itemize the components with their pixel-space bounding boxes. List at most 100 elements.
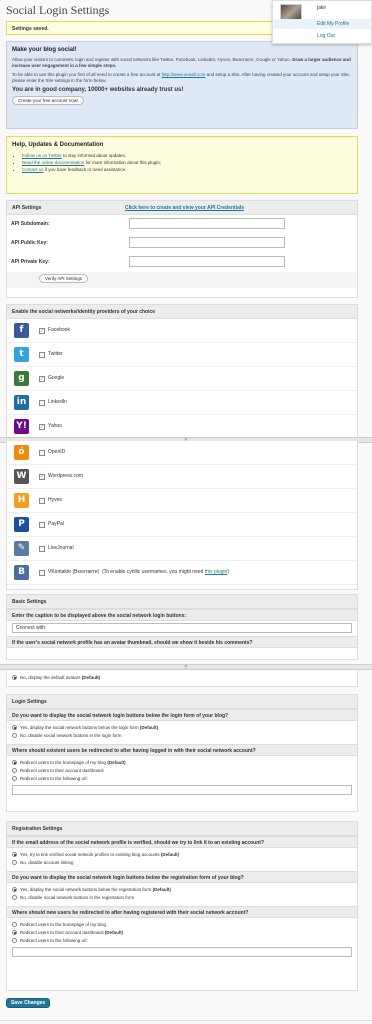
- vk-note: (To enable cyrillic usernames, you might…: [101, 569, 229, 575]
- avatar-no-radio[interactable]: [12, 675, 17, 680]
- registration-buttons-no[interactable]: No, disable social network buttons in th…: [7, 894, 357, 902]
- avatar-no-option[interactable]: No, display the default avatars (Default…: [7, 674, 357, 682]
- docs-link[interactable]: Read the online documentation: [22, 160, 84, 165]
- provider-row-openid: ó OpenID: [7, 441, 357, 465]
- edit-profile-link[interactable]: Edit My Profile: [273, 19, 371, 29]
- wordpress-icon: W: [14, 469, 29, 484]
- link-accounts-yes-radio[interactable]: [12, 852, 17, 857]
- openid-icon: ó: [14, 445, 29, 460]
- provider-row-linkedin: in LinkedIn: [7, 391, 357, 415]
- registration-redirect-url-radio[interactable]: [12, 938, 17, 943]
- login-redirect-home[interactable]: Redirect users to the homepage of my blo…: [7, 759, 357, 767]
- help-heading: Help, Updates & Documentation: [12, 142, 104, 148]
- provider-checkbox[interactable]: ✓: [39, 424, 45, 430]
- provider-label: PayPal: [48, 521, 64, 527]
- link-accounts-no[interactable]: No, disable account linking: [7, 859, 357, 867]
- hyves-icon: H: [14, 493, 29, 508]
- login-settings-section: Login Settings Do you want to display th…: [6, 694, 358, 812]
- registration-buttons-no-radio[interactable]: [12, 895, 17, 900]
- registration-buttons-yes[interactable]: Yes, display the social network buttons …: [7, 886, 357, 894]
- provider-checkbox[interactable]: ✓: [39, 376, 45, 382]
- yahoo-icon: Y!: [14, 419, 29, 434]
- login-redirect-dashboard-radio[interactable]: [12, 768, 17, 773]
- create-account-button[interactable]: Create your free account now!: [12, 96, 85, 105]
- login-redirect-question: Where should existent users be redirecte…: [7, 744, 357, 756]
- twitter-follow-link[interactable]: Follow us on Twitter: [22, 153, 62, 158]
- provider-row-livejournal: ✎ LiveJournal: [7, 537, 357, 561]
- save-changes-button[interactable]: Save Changes: [6, 998, 51, 1008]
- registration-settings-section: Registration Settings If the email addre…: [6, 821, 358, 991]
- registration-redirect-dashboard[interactable]: Redirect users to their account dashboar…: [7, 929, 357, 937]
- provider-checkbox[interactable]: [39, 400, 45, 406]
- provider-label: OpenID: [48, 449, 66, 455]
- api-private-key-label: API Private Key:: [11, 259, 50, 265]
- promo-setup-text: To be able to use this plugin you first …: [12, 72, 350, 83]
- providers-header: Enable the social networks/identity prov…: [7, 305, 357, 319]
- provider-checkbox[interactable]: [39, 570, 45, 576]
- api-public-key-label: API Public Key:: [11, 240, 48, 246]
- login-buttons-yes[interactable]: Yes, display the social network buttons …: [7, 724, 357, 732]
- scroll-seam-2: ⠿: [0, 664, 372, 671]
- vk-plugin-link[interactable]: this plugin: [205, 569, 228, 575]
- link-accounts-yes[interactable]: Yes, try to link verified social network…: [7, 851, 357, 859]
- registration-buttons-yes-radio[interactable]: [12, 887, 17, 892]
- login-redirect-url[interactable]: Redirect users to the following url:: [7, 775, 357, 783]
- providers-section-bottom: ó OpenID W ✓ Wordpress.com H Hyves P PayPal ✎ Live…: [6, 441, 358, 590]
- api-credentials-link[interactable]: Click here to create and view your API C…: [125, 205, 244, 211]
- api-subdomain-label: API Subdomain:: [11, 221, 50, 227]
- link-accounts-no-radio[interactable]: [12, 860, 17, 865]
- api-public-key-input[interactable]: [129, 237, 285, 248]
- registration-settings-header: Registration Settings: [7, 822, 357, 836]
- provider-row-twitter: t Twitter: [7, 343, 357, 367]
- registration-redirect-url-input[interactable]: [12, 947, 352, 957]
- api-subdomain-input[interactable]: [129, 218, 285, 229]
- caption-question: Enter the caption to be displayed above …: [7, 609, 357, 621]
- api-settings-header: API Settings Click here to create and vi…: [7, 201, 357, 215]
- provider-checkbox[interactable]: [39, 546, 45, 552]
- username: jakir: [317, 5, 327, 11]
- registration-redirect-dashboard-radio[interactable]: [12, 930, 17, 935]
- registration-redirect-home-radio[interactable]: [12, 922, 17, 927]
- login-buttons-yes-radio[interactable]: [12, 725, 17, 730]
- help-item-docs: Read the online documentation for more i…: [22, 159, 352, 166]
- provider-checkbox[interactable]: [39, 498, 45, 504]
- login-buttons-no[interactable]: No, disable social network buttons in th…: [7, 732, 357, 740]
- basic-settings-header: Basic Settings: [7, 595, 357, 609]
- verify-api-button[interactable]: Verify API Settings: [39, 274, 89, 283]
- provider-label: VKontakte (Вконтакте) (To enable cyrilli…: [48, 569, 229, 575]
- login-buttons-question: Do you want to display the social networ…: [7, 709, 357, 721]
- logout-link[interactable]: Log Out: [317, 33, 335, 39]
- login-redirect-url-input[interactable]: [12, 785, 352, 795]
- registration-redirect-home[interactable]: Redirect users to the homepage of my blo…: [7, 921, 357, 929]
- linkedin-icon: in: [14, 395, 29, 410]
- provider-checkbox[interactable]: [39, 522, 45, 528]
- provider-label: LiveJournal: [48, 545, 74, 551]
- settings-page: Social Login Settings jakir Edit My Prof…: [0, 0, 372, 1024]
- login-redirect-home-radio[interactable]: [12, 760, 17, 765]
- registration-redirect-question: Where should new users be redirected to …: [7, 906, 357, 918]
- contact-link[interactable]: Contact us: [22, 167, 44, 172]
- api-settings-section: API Settings Click here to create and vi…: [6, 200, 358, 298]
- twitter-icon: t: [14, 347, 29, 362]
- provider-label: Twitter: [48, 351, 63, 357]
- provider-row-yahoo: Y! ✓ Yahoo: [7, 415, 357, 439]
- provider-checkbox[interactable]: [39, 352, 45, 358]
- api-private-key-row: API Private Key:: [7, 253, 357, 272]
- provider-label: Yahoo: [48, 423, 63, 429]
- provider-checkbox[interactable]: [39, 450, 45, 456]
- provider-row-hyves: H Hyves: [7, 489, 357, 513]
- provider-label: LinkedIn: [48, 399, 67, 405]
- provider-checkbox[interactable]: ✓: [39, 328, 45, 334]
- login-buttons-no-radio[interactable]: [12, 733, 17, 738]
- provider-checkbox[interactable]: ✓: [39, 474, 45, 480]
- caption-input[interactable]: Connect with:: [12, 623, 352, 633]
- registration-redirect-url[interactable]: Redirect users to the following url:: [7, 937, 357, 945]
- registration-buttons-question: Do you want to display the social networ…: [7, 871, 357, 883]
- login-redirect-url-radio[interactable]: [12, 776, 17, 781]
- oneall-link[interactable]: http://www.oneall.com: [162, 72, 206, 77]
- provider-label: Google: [48, 375, 65, 381]
- login-redirect-dashboard[interactable]: Redirect users to their account dashboar…: [7, 767, 357, 775]
- login-settings-header: Login Settings: [7, 695, 357, 709]
- api-private-key-input[interactable]: [129, 256, 285, 267]
- api-subdomain-row: API Subdomain:: [7, 215, 357, 234]
